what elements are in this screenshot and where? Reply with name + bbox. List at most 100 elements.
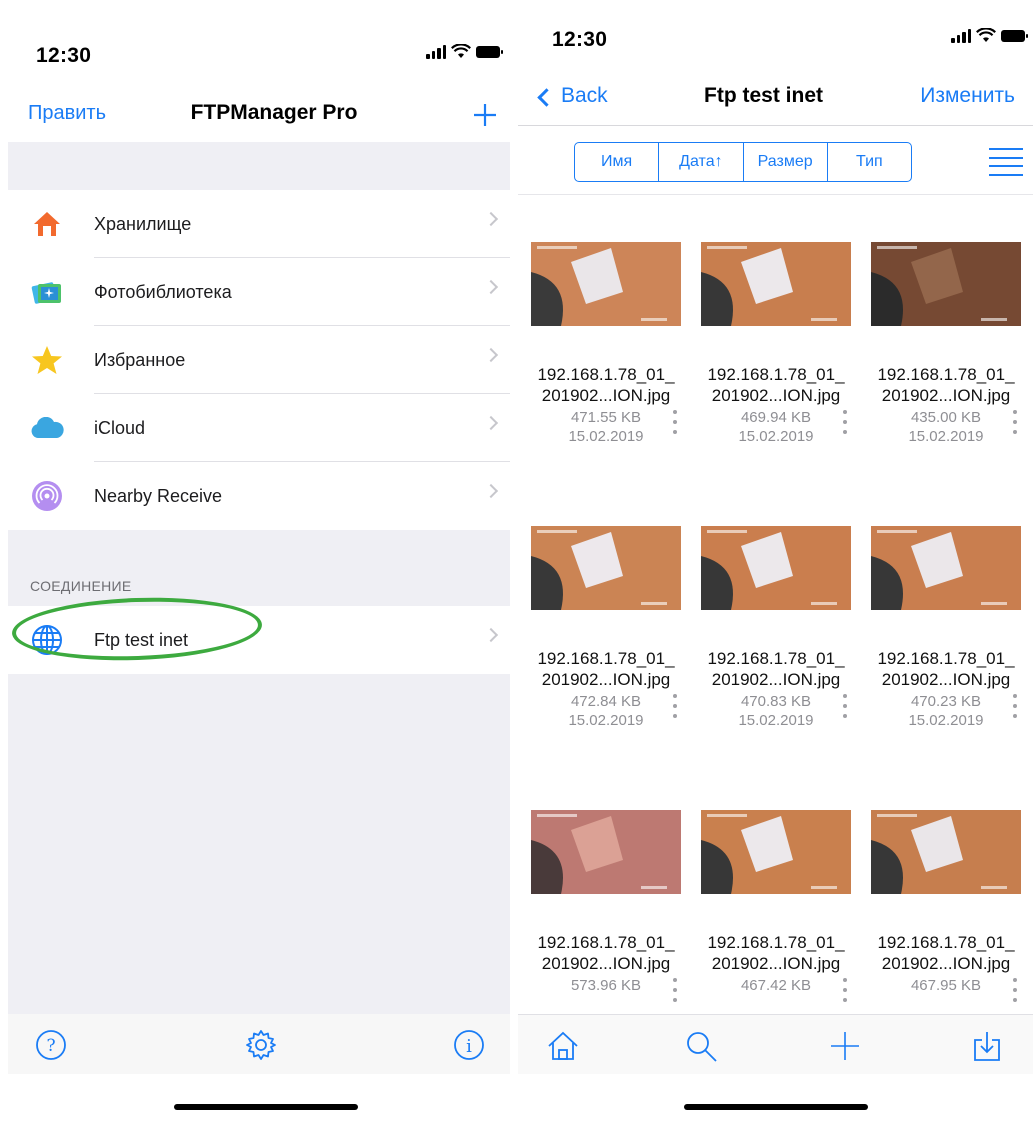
image-thumbnail[interactable] <box>531 242 681 326</box>
home-icon <box>548 1031 578 1060</box>
file-size: 470.23 KB <box>910 693 982 710</box>
file-name-line2: 201902...ION.jpg <box>711 670 841 689</box>
list-item-photo-library[interactable]: Фотобиблиотека <box>8 258 510 326</box>
more-options-button[interactable] <box>1012 978 1018 1002</box>
signal-icon <box>951 28 971 43</box>
file-size: 472.84 KB <box>570 693 642 710</box>
more-options-button[interactable] <box>842 978 848 1002</box>
file-name-line1: 192.168.1.78_01_ <box>707 933 845 952</box>
more-dot-icon <box>673 714 677 718</box>
sort-by-size-button[interactable]: Размер <box>744 143 828 181</box>
image-thumbnail[interactable] <box>871 242 1021 326</box>
image-thumbnail[interactable] <box>701 810 851 894</box>
file-item[interactable]: 192.168.1.78_01_ 201902...ION.jpg 472.84 K… <box>522 526 690 730</box>
list-item-label: Nearby Receive <box>94 485 223 506</box>
info-button[interactable]: i <box>452 1028 486 1062</box>
list-item-favorites[interactable]: Избранное <box>8 326 510 394</box>
image-thumbnail[interactable] <box>871 810 1021 894</box>
file-meta: 469.94 KB 15.02.2019 <box>692 408 860 446</box>
add-connection-button[interactable] <box>472 96 498 134</box>
left-screen: 12:30 Править FTPManager Pro Хранилище Ф… <box>8 0 510 1124</box>
file-item[interactable]: 192.168.1.78_01_ 201902...ION.jpg 471.55 K… <box>522 242 690 446</box>
file-meta: 573.96 KB <box>522 976 690 1002</box>
file-item[interactable]: 192.168.1.78_01_ 201902...ION.jpg 469.94 K… <box>692 242 860 446</box>
status-time: 12:30 <box>36 44 92 67</box>
more-options-button[interactable] <box>672 694 678 718</box>
more-options-button[interactable] <box>672 410 678 434</box>
file-size: 470.83 KB <box>740 693 812 710</box>
file-name-line1: 192.168.1.78_01_ <box>877 933 1015 952</box>
file-name-line1: 192.168.1.78_01_ <box>877 649 1015 668</box>
file-name-line1: 192.168.1.78_01_ <box>537 649 675 668</box>
file-item[interactable]: 192.168.1.78_01_ 201902...ION.jpg 467.95 K… <box>862 810 1030 1002</box>
file-name-line1: 192.168.1.78_01_ <box>877 365 1015 384</box>
home-button[interactable] <box>546 1029 580 1063</box>
view-options-button[interactable] <box>989 148 1023 176</box>
file-item[interactable]: 192.168.1.78_01_ 201902...ION.jpg 467.42 K… <box>692 810 860 1002</box>
file-size: 467.42 KB <box>740 977 812 994</box>
more-options-button[interactable] <box>1012 410 1018 434</box>
add-button[interactable] <box>828 1029 862 1063</box>
list-item-storage[interactable]: Хранилище <box>8 190 510 258</box>
menu-icon-line <box>989 173 1023 176</box>
more-dot-icon <box>673 430 677 434</box>
more-options-button[interactable] <box>842 694 848 718</box>
navigation-bar: Править FTPManager Pro <box>8 92 510 140</box>
menu-icon-line <box>989 148 1023 150</box>
more-dot-icon <box>1013 978 1017 982</box>
image-thumbnail[interactable] <box>531 526 681 610</box>
cloud-icon <box>30 411 64 445</box>
more-dot-icon <box>673 704 677 708</box>
sort-by-type-button[interactable]: Тип <box>828 143 911 181</box>
edit-button[interactable]: Изменить <box>920 84 1015 108</box>
file-meta: 471.55 KB 15.02.2019 <box>522 408 690 446</box>
help-button[interactable]: ? <box>34 1028 68 1062</box>
back-button[interactable]: Back <box>537 84 608 108</box>
more-options-button[interactable] <box>1012 694 1018 718</box>
chevron-left-icon <box>537 87 556 107</box>
file-item[interactable]: 192.168.1.78_01_ 201902...ION.jpg 573.96 K… <box>522 810 690 1002</box>
more-dot-icon <box>1013 694 1017 698</box>
file-item[interactable]: 192.168.1.78_01_ 201902...ION.jpg 470.83 K… <box>692 526 860 730</box>
more-dot-icon <box>673 978 677 982</box>
more-dot-icon <box>1013 430 1017 434</box>
more-dot-icon <box>1013 998 1017 1002</box>
file-item[interactable]: 192.168.1.78_01_ 201902...ION.jpg 435.00 K… <box>862 242 1030 446</box>
more-options-button[interactable] <box>672 978 678 1002</box>
list-item-icloud[interactable]: iCloud <box>8 394 510 462</box>
more-options-button[interactable] <box>842 410 848 434</box>
photo-library-icon <box>30 275 64 309</box>
file-name-line1: 192.168.1.78_01_ <box>707 365 845 384</box>
svg-text:?: ? <box>46 1036 55 1056</box>
more-dot-icon <box>843 978 847 982</box>
file-size: 467.95 KB <box>910 977 982 994</box>
file-meta: 467.95 KB <box>862 976 1030 1002</box>
file-size: 573.96 KB <box>570 977 642 994</box>
section-header-connections: СОЕДИНЕНИЕ <box>30 578 132 594</box>
menu-icon-line <box>989 165 1023 168</box>
plus-icon <box>831 1032 859 1060</box>
search-button[interactable] <box>684 1029 718 1063</box>
image-thumbnail[interactable] <box>701 526 851 610</box>
file-date: 15.02.2019 <box>738 712 814 729</box>
section-spacer <box>8 142 510 190</box>
sort-by-date-button[interactable]: Дата↑ <box>659 143 744 181</box>
settings-button[interactable] <box>244 1028 278 1062</box>
image-thumbnail[interactable] <box>871 526 1021 610</box>
list-item-nearby-receive[interactable]: Nearby Receive <box>8 462 510 530</box>
status-icons <box>951 28 1028 43</box>
places-list: Хранилище Фотобиблиотека Избранное iClou… <box>8 190 510 530</box>
file-name-line2: 201902...ION.jpg <box>711 954 841 973</box>
airdrop-icon <box>30 479 64 513</box>
file-name-line2: 201902...ION.jpg <box>541 670 671 689</box>
image-thumbnail[interactable] <box>531 810 681 894</box>
image-thumbnail[interactable] <box>701 242 851 326</box>
sort-by-name-button[interactable]: Имя <box>575 143 660 181</box>
page-title: Ftp test inet <box>704 84 823 107</box>
more-dot-icon <box>1013 410 1017 414</box>
file-size: 435.00 KB <box>910 409 982 426</box>
download-button[interactable] <box>970 1029 1004 1063</box>
file-item[interactable]: 192.168.1.78_01_ 201902...ION.jpg 470.23 K… <box>862 526 1030 730</box>
file-name-line2: 201902...ION.jpg <box>541 954 671 973</box>
more-dot-icon <box>673 988 677 992</box>
